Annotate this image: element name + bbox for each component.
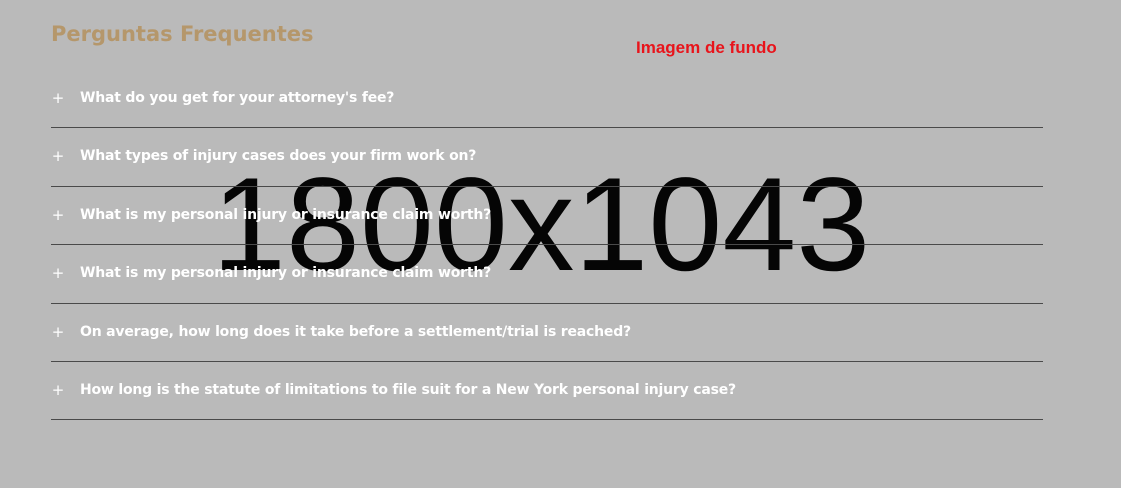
faq-accordion: + What do you get for your attorney's fe… — [51, 70, 1043, 421]
faq-item-attorney-fee[interactable]: + What do you get for your attorney's fe… — [51, 70, 1043, 129]
faq-title: Perguntas Frequentes — [51, 22, 314, 46]
faq-question[interactable]: What do you get for your attorney's fee? — [80, 89, 394, 107]
background-image-caption: Imagem de fundo — [636, 38, 777, 57]
faq-question[interactable]: On average, how long does it take before… — [80, 323, 631, 341]
faq-question[interactable]: What types of injury cases does your fir… — [80, 147, 476, 165]
faq-question[interactable]: How long is the statute of limitations t… — [80, 381, 736, 399]
plus-icon[interactable]: + — [51, 381, 65, 399]
faq-item-claim-worth[interactable]: + What is my personal injury or insuranc… — [51, 187, 1043, 246]
plus-icon[interactable]: + — [51, 323, 65, 341]
faq-question[interactable]: What is my personal injury or insurance … — [80, 264, 491, 282]
plus-icon[interactable]: + — [51, 206, 65, 224]
faq-item-case-types[interactable]: + What types of injury cases does your f… — [51, 128, 1043, 187]
faq-item-claim-worth-2[interactable]: + What is my personal injury or insuranc… — [51, 245, 1043, 304]
faq-question[interactable]: What is my personal injury or insurance … — [80, 206, 491, 224]
plus-icon[interactable]: + — [51, 264, 65, 282]
plus-icon[interactable]: + — [51, 89, 65, 107]
faq-item-settlement-time[interactable]: + On average, how long does it take befo… — [51, 304, 1043, 362]
plus-icon[interactable]: + — [51, 147, 65, 165]
faq-item-statute-limitations[interactable]: + How long is the statute of limitations… — [51, 362, 1043, 421]
